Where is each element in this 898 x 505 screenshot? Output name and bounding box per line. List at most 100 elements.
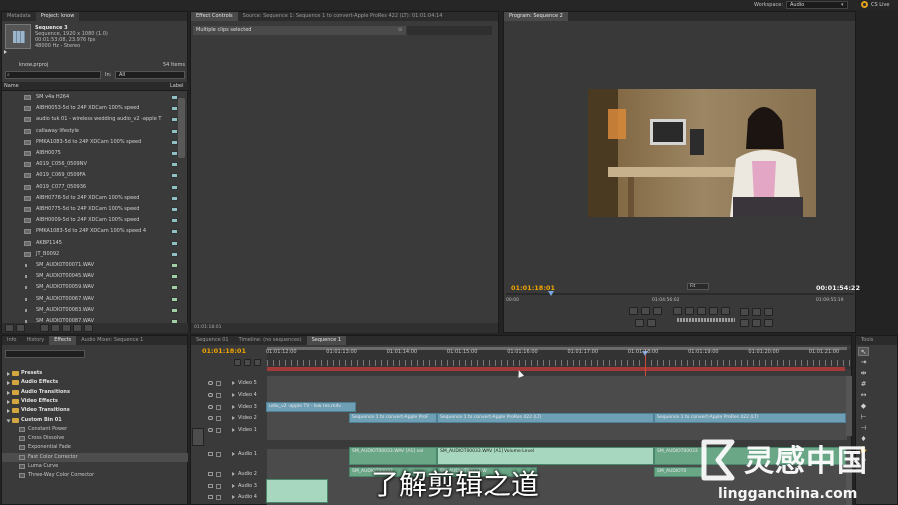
eye-icon[interactable] [208, 428, 213, 432]
effect-item[interactable]: Luma Curve [2, 462, 188, 471]
slip-tool-icon[interactable]: ⊢ [858, 413, 869, 422]
project-item[interactable]: A019_C069_0509FA [2, 170, 184, 181]
clip-v2-c[interactable]: Sequence 1 to convert-Apple ProRes 422 (… [654, 413, 846, 423]
in-dropdown[interactable]: All [115, 71, 185, 79]
rolling-edit-tool-icon[interactable]: # [858, 380, 869, 389]
clip-a1-a[interactable]: SM_AUDIOT00033.WAV [A1] vol [349, 447, 437, 465]
effect-item[interactable]: Constant Power [2, 425, 188, 434]
tab-info[interactable]: Info [2, 336, 21, 345]
project-item[interactable]: AIBH0775-5d to 24P XDCam 100% speed [2, 204, 184, 215]
disclosure-triangle-icon[interactable] [7, 409, 10, 414]
project-search-input[interactable]: ⌕ [5, 71, 101, 79]
lift-icon[interactable] [740, 308, 749, 316]
rate-stretch-tool-icon[interactable]: ↔ [858, 391, 869, 400]
expand-triangle-icon[interactable] [232, 452, 235, 456]
eye-icon[interactable] [208, 405, 213, 409]
effect-folder[interactable]: Presets [2, 369, 188, 378]
effect-folder[interactable]: Video Effects [2, 397, 188, 406]
effect-folder[interactable]: Video Transitions [2, 406, 188, 415]
clip-a3-a[interactable] [266, 479, 328, 503]
clip-v2-b[interactable]: Sequence 1 to convert-Apple ProRes 422 (… [437, 413, 654, 423]
expand-triangle-icon[interactable] [232, 484, 235, 488]
disclosure-triangle-icon[interactable] [7, 381, 10, 386]
mark-in-icon[interactable] [629, 307, 638, 315]
trash-icon[interactable] [84, 324, 93, 332]
project-item[interactable]: AIBH0009-5d to 24P XDCam 100% speed [2, 215, 184, 226]
project-item[interactable]: SM_AUDIOT00083.WAV [2, 305, 184, 316]
disclosure-triangle-icon[interactable] [7, 390, 10, 395]
cs-live-label[interactable]: CS Live [871, 2, 889, 8]
project-item[interactable]: SM_AUDIOT00059.WAV [2, 282, 184, 293]
expand-triangle-icon[interactable] [232, 495, 235, 499]
project-item[interactable]: SM_AUDIOT00067.WAV [2, 294, 184, 305]
eye-icon[interactable] [208, 393, 213, 397]
tab-audio-mixer[interactable]: Audio Mixer: Sequence 1 [76, 336, 148, 345]
lock-icon[interactable] [216, 405, 221, 410]
expand-triangle-icon[interactable] [232, 416, 235, 420]
tab-project[interactable]: Project: know [35, 12, 80, 21]
effect-folder[interactable]: Audio Transitions [2, 388, 188, 397]
audio-track-header[interactable]: Audio 3 [190, 481, 266, 492]
project-item[interactable]: SM_AUDIOT00045.WAV [2, 271, 184, 282]
video-track-header[interactable]: Video 5 [190, 378, 266, 389]
tab-sequence-01[interactable]: Sequence 01 [191, 336, 234, 345]
icon-view-icon[interactable] [16, 324, 25, 332]
project-item[interactable]: SM_AUDIOT00071.WAV [2, 260, 184, 271]
project-scrollbar[interactable] [178, 98, 185, 158]
keyframe-icon[interactable] [254, 359, 261, 366]
safe-margins-icon[interactable] [752, 319, 761, 327]
project-item[interactable]: PMKA1083-5d to 24P XDCam 100% speed 4 [2, 226, 184, 237]
disclosure-triangle-icon[interactable] [7, 399, 10, 404]
lock-icon[interactable] [216, 393, 221, 398]
effect-item[interactable]: Cross Dissolve [2, 434, 188, 443]
lock-icon[interactable] [216, 452, 221, 457]
clip-a1-b[interactable]: SM_AUDIOT00033.WAV [A1] Volume:Level [437, 447, 654, 465]
audio-track-header[interactable]: Audio 1 [190, 449, 266, 460]
razor-tool-icon[interactable]: ◆ [858, 402, 869, 411]
tab-program[interactable]: Program: Sequence 2 [504, 12, 568, 21]
effect-controls-timecode[interactable]: 01:01:18:01 [194, 325, 221, 330]
mark-out-icon[interactable] [641, 307, 650, 315]
video-track-header[interactable]: Video 4 [190, 390, 266, 401]
tab-timeline-none[interactable]: Timeline: (no sequences) [234, 336, 307, 345]
go-to-in-icon[interactable] [635, 319, 644, 327]
project-item[interactable]: AIBH0075 [2, 148, 184, 159]
playhead-marker[interactable] [548, 291, 554, 296]
column-label-header[interactable]: Label [170, 83, 184, 89]
workspace-dropdown[interactable]: Audio ▾ [786, 1, 848, 9]
trim-icon[interactable] [740, 319, 749, 327]
expand-triangle-icon[interactable] [232, 428, 235, 432]
disclosure-triangle-icon[interactable] [7, 372, 10, 376]
expand-triangle-icon[interactable] [232, 405, 235, 409]
new-bin-icon[interactable] [62, 324, 71, 332]
output-icon[interactable] [764, 319, 773, 327]
tab-sequence-1[interactable]: Sequence 1 [306, 336, 347, 345]
timeline-current-time[interactable]: 01:01:18:01 [202, 347, 246, 355]
go-to-out-icon[interactable] [647, 319, 656, 327]
eye-icon[interactable] [208, 381, 213, 385]
eye-icon[interactable] [208, 416, 213, 420]
clip-v3-a[interactable]: udio_v2 -apple TV - low res.m4v [266, 402, 356, 412]
effect-item[interactable]: Exponential Fade [2, 443, 188, 452]
automate-icon[interactable] [40, 324, 49, 332]
marker-add-icon[interactable] [244, 359, 251, 366]
track-select-tool-icon[interactable]: ⇥ [858, 358, 869, 367]
project-item[interactable]: PMKA1083-5d to 24P XDCam 100% speed [2, 137, 184, 148]
play-icon[interactable] [4, 50, 8, 54]
list-view-icon[interactable] [5, 324, 14, 332]
ripple-edit-tool-icon[interactable]: ⇹ [858, 369, 869, 378]
zoom-dropdown[interactable]: Fit [687, 283, 709, 290]
export-frame-icon[interactable] [764, 308, 773, 316]
effects-search-input[interactable] [5, 350, 85, 358]
project-item[interactable]: SM v4a H264 [2, 92, 184, 103]
tab-metadata[interactable]: Metadata [2, 12, 36, 21]
effect-folder[interactable]: Custom Bin 01 [2, 416, 188, 425]
video-track-header[interactable]: Video 1 [190, 425, 266, 436]
marker-icon[interactable] [653, 307, 662, 315]
panel-menu-icon[interactable]: ⊙ [398, 27, 402, 33]
expand-triangle-icon[interactable] [232, 472, 235, 476]
stop-icon[interactable] [697, 307, 706, 315]
slide-tool-icon[interactable]: ⊣ [858, 424, 869, 433]
snap-icon[interactable] [234, 359, 241, 366]
disclosure-triangle-icon[interactable] [6, 419, 11, 422]
